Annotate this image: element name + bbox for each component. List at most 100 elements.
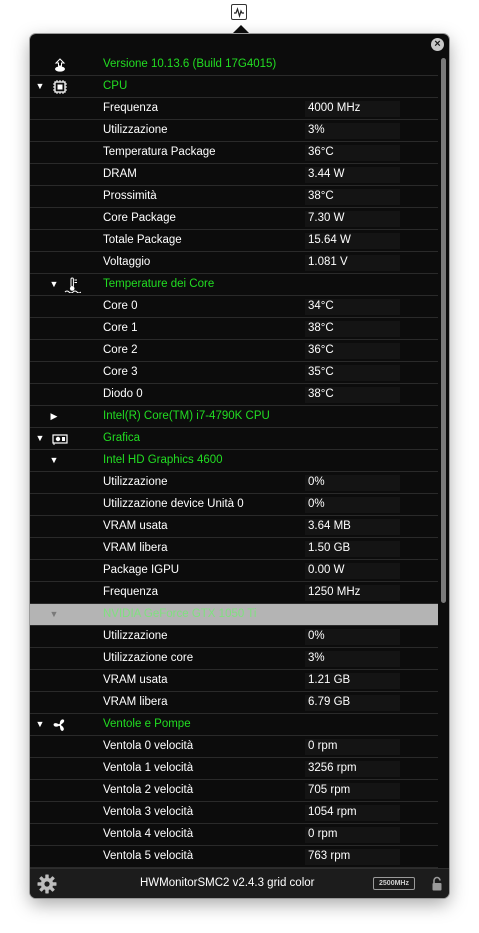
sensor-label: Utilizzazione device Unità 0: [103, 498, 244, 510]
section-header-row[interactable]: ▶ Intel(R) Core(TM) i7-4790K CPU: [30, 406, 438, 428]
app-title: HWMonitorSMC2 v2.4.3 grid color: [140, 877, 315, 889]
section-label: Intel HD Graphics 4600: [103, 454, 223, 466]
sensor-value: 6.79 GB: [308, 696, 351, 708]
activity-monitor-icon: [234, 7, 244, 18]
disclosure-expanded-icon[interactable]: ▼: [49, 604, 59, 625]
sensor-value: 0%: [308, 498, 325, 510]
thermometer-icon: [63, 277, 82, 294]
sensor-value: 0%: [308, 630, 325, 642]
sensor-value: 38°C: [308, 190, 334, 202]
sensor-row: Utilizzazione 0%: [30, 472, 438, 494]
sensor-value: 705 rpm: [308, 784, 351, 796]
sensor-row: Totale Package 15.64 W: [30, 230, 438, 252]
disclosure-expanded-icon[interactable]: ▼: [35, 428, 45, 449]
disclosure-expanded-icon[interactable]: ▼: [35, 714, 45, 735]
sensor-label: Ventola 1 velocità: [103, 762, 194, 774]
sensor-row: Ventola 5 velocità 763 rpm: [30, 846, 438, 868]
sensor-label: Ventola 3 velocità: [103, 806, 194, 818]
hwmonitor-popover: × Versione 10.13.6 (Build 17G4015) ▼ CPU Fr…: [30, 34, 449, 898]
sensor-row: VRAM libera 1.50 GB: [30, 538, 438, 560]
sensor-label: Ventola 5 velocità: [103, 850, 194, 862]
sensor-row: Ventola 4 velocità 0 rpm: [30, 824, 438, 846]
sensor-label: Utilizzazione: [103, 630, 168, 642]
sensor-row: Ventola 2 velocità 705 rpm: [30, 780, 438, 802]
close-button[interactable]: ×: [431, 38, 444, 51]
scrollbar-thumb[interactable]: [441, 58, 446, 603]
sensor-label: Package IGPU: [103, 564, 180, 576]
sensor-value: 38°C: [308, 388, 334, 400]
sensor-value: 1.50 GB: [308, 542, 351, 554]
section-label: Grafica: [103, 432, 141, 444]
disclosure-collapsed-icon[interactable]: ▶: [49, 406, 59, 427]
sensor-value: 34°C: [308, 300, 334, 312]
menubar-activity-icon[interactable]: [231, 4, 247, 20]
disclosure-expanded-icon[interactable]: ▼: [49, 450, 59, 471]
sensor-value: 3.44 W: [308, 168, 345, 180]
sensor-row: Core Package 7.30 W: [30, 208, 438, 230]
sensor-row: DRAM 3.44 W: [30, 164, 438, 186]
section-header-row[interactable]: ▼ Intel HD Graphics 4600: [30, 450, 438, 472]
sensor-list[interactable]: Versione 10.13.6 (Build 17G4015) ▼ CPU Freq…: [30, 54, 438, 868]
section-label: Intel(R) Core(TM) i7-4790K CPU: [103, 410, 270, 422]
section-label: Ventole e Pompe: [103, 718, 191, 730]
disclosure-expanded-icon[interactable]: ▼: [35, 76, 45, 97]
sensor-row: Prossimità 38°C: [30, 186, 438, 208]
sensor-value: 15.64 W: [308, 234, 351, 246]
section-label: CPU: [103, 80, 128, 92]
sensor-row: Core 3 35°C: [30, 362, 438, 384]
section-header-row[interactable]: ▼ Temperature dei Core: [30, 274, 438, 296]
section-header-row[interactable]: ▼ CPU: [30, 76, 438, 98]
sensor-label: Utilizzazione core: [103, 652, 194, 664]
sensor-label: Utilizzazione: [103, 476, 168, 488]
scrollbar[interactable]: [440, 54, 448, 868]
sensor-value: 38°C: [308, 322, 334, 334]
sensor-value: 763 rpm: [308, 850, 351, 862]
sensor-label: VRAM usata: [103, 674, 168, 686]
sensor-value: 3256 rpm: [308, 762, 357, 774]
disclosure-expanded-icon[interactable]: ▼: [49, 274, 59, 295]
sensor-label: Temperatura Package: [103, 146, 216, 158]
lock-icon[interactable]: [431, 876, 443, 892]
sensor-row: Core 0 34°C: [30, 296, 438, 318]
sensor-label: Core 0: [103, 300, 138, 312]
section-header-row[interactable]: ▼ NVIDIA GeForce GTX 1050 Ti: [30, 604, 438, 626]
sensor-value: 0%: [308, 476, 325, 488]
sensor-value: 1.21 GB: [308, 674, 351, 686]
sensor-row: Package IGPU 0.00 W: [30, 560, 438, 582]
sensor-label: Prossimità: [103, 190, 157, 202]
sensor-label: Core 1: [103, 322, 138, 334]
sensor-label: Ventola 0 velocità: [103, 740, 194, 752]
sensor-value: 3%: [308, 124, 325, 136]
sensor-row: Core 2 36°C: [30, 340, 438, 362]
sensor-label: Diodo 0: [103, 388, 143, 400]
sensor-row: Utilizzazione core 3%: [30, 648, 438, 670]
sensor-label: Ventola 2 velocità: [103, 784, 194, 796]
sensor-row: Ventola 1 velocità 3256 rpm: [30, 758, 438, 780]
sensor-value: 36°C: [308, 146, 334, 158]
section-header-row[interactable]: ▼ Grafica: [30, 428, 438, 450]
sensor-row: VRAM usata 3.64 MB: [30, 516, 438, 538]
sensor-value: 35°C: [308, 366, 334, 378]
sensor-row: Temperatura Package 36°C: [30, 142, 438, 164]
sensor-label: Core 2: [103, 344, 138, 356]
popover-arrow: [232, 25, 250, 34]
section-header-row[interactable]: ▼ Ventole e Pompe: [30, 714, 438, 736]
sensor-value: 1250 MHz: [308, 586, 361, 598]
sensor-row: Utilizzazione 0%: [30, 626, 438, 648]
sensor-value: 0.00 W: [308, 564, 345, 576]
gear-icon[interactable]: [36, 873, 58, 895]
sensor-value: 4000 MHz: [308, 102, 361, 114]
sensor-row: Utilizzazione device Unità 0 0%: [30, 494, 438, 516]
section-header-row[interactable]: Versione 10.13.6 (Build 17G4015): [30, 54, 438, 76]
apple-os-icon: [51, 57, 69, 73]
section-label: Versione 10.13.6 (Build 17G4015): [103, 58, 277, 70]
sensor-label: VRAM libera: [103, 542, 168, 554]
sensor-label: Core 3: [103, 366, 138, 378]
sensor-row: Frequenza 4000 MHz: [30, 98, 438, 120]
section-label: Temperature dei Core: [103, 278, 215, 290]
sensor-row: VRAM usata 1.21 GB: [30, 670, 438, 692]
frequency-badge: 2500MHz: [373, 877, 415, 890]
sensor-row: Ventola 3 velocità 1054 rpm: [30, 802, 438, 824]
section-label: NVIDIA GeForce GTX 1050 Ti: [103, 608, 257, 620]
sensor-value: 7.30 W: [308, 212, 345, 224]
